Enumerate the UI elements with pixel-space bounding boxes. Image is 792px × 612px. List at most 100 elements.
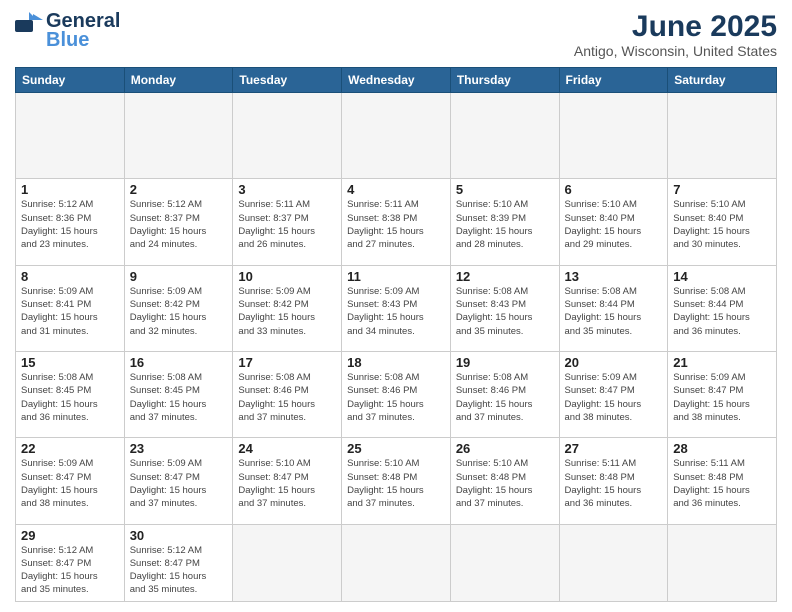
header: General Blue June 2025 Antigo, Wisconsin… [15,10,777,59]
weekday-thursday: Thursday [450,68,559,93]
day-number: 9 [130,269,228,284]
calendar-week-row: 22Sunrise: 5:09 AM Sunset: 8:47 PM Dayli… [16,438,777,524]
calendar-cell: 22Sunrise: 5:09 AM Sunset: 8:47 PM Dayli… [16,438,125,524]
day-number: 11 [347,269,445,284]
day-detail: Sunrise: 5:08 AM Sunset: 8:46 PM Dayligh… [238,371,336,424]
day-detail: Sunrise: 5:08 AM Sunset: 8:44 PM Dayligh… [565,285,663,338]
calendar-cell: 24Sunrise: 5:10 AM Sunset: 8:47 PM Dayli… [233,438,342,524]
day-detail: Sunrise: 5:12 AM Sunset: 8:47 PM Dayligh… [21,544,119,597]
day-number: 23 [130,441,228,456]
calendar-subtitle: Antigo, Wisconsin, United States [574,43,777,59]
calendar-cell: 21Sunrise: 5:09 AM Sunset: 8:47 PM Dayli… [668,351,777,437]
day-detail: Sunrise: 5:09 AM Sunset: 8:42 PM Dayligh… [238,285,336,338]
weekday-sunday: Sunday [16,68,125,93]
day-number: 30 [130,528,228,543]
calendar-cell: 19Sunrise: 5:08 AM Sunset: 8:46 PM Dayli… [450,351,559,437]
day-number: 17 [238,355,336,370]
calendar-cell: 30Sunrise: 5:12 AM Sunset: 8:47 PM Dayli… [124,524,233,601]
day-detail: Sunrise: 5:11 AM Sunset: 8:48 PM Dayligh… [673,457,771,510]
calendar-cell: 13Sunrise: 5:08 AM Sunset: 8:44 PM Dayli… [559,265,668,351]
calendar-week-row: 8Sunrise: 5:09 AM Sunset: 8:41 PM Daylig… [16,265,777,351]
day-number: 28 [673,441,771,456]
calendar-cell: 5Sunrise: 5:10 AM Sunset: 8:39 PM Daylig… [450,179,559,265]
calendar-cell: 29Sunrise: 5:12 AM Sunset: 8:47 PM Dayli… [16,524,125,601]
calendar-cell: 15Sunrise: 5:08 AM Sunset: 8:45 PM Dayli… [16,351,125,437]
logo: General Blue [15,10,120,52]
calendar-cell: 1Sunrise: 5:12 AM Sunset: 8:36 PM Daylig… [16,179,125,265]
calendar-cell: 9Sunrise: 5:09 AM Sunset: 8:42 PM Daylig… [124,265,233,351]
calendar-cell [559,93,668,179]
day-number: 13 [565,269,663,284]
day-number: 24 [238,441,336,456]
calendar-cell: 8Sunrise: 5:09 AM Sunset: 8:41 PM Daylig… [16,265,125,351]
day-number: 8 [21,269,119,284]
calendar-week-row: 1Sunrise: 5:12 AM Sunset: 8:36 PM Daylig… [16,179,777,265]
page: General Blue June 2025 Antigo, Wisconsin… [0,0,792,612]
calendar-cell: 16Sunrise: 5:08 AM Sunset: 8:45 PM Dayli… [124,351,233,437]
logo-subtext: Blue [46,29,89,52]
calendar-cell [450,524,559,601]
calendar-cell [342,93,451,179]
calendar-title: June 2025 [574,10,777,43]
calendar-cell [233,524,342,601]
day-detail: Sunrise: 5:10 AM Sunset: 8:47 PM Dayligh… [238,457,336,510]
weekday-friday: Friday [559,68,668,93]
day-number: 19 [456,355,554,370]
day-detail: Sunrise: 5:09 AM Sunset: 8:43 PM Dayligh… [347,285,445,338]
day-number: 25 [347,441,445,456]
calendar-cell: 6Sunrise: 5:10 AM Sunset: 8:40 PM Daylig… [559,179,668,265]
calendar-cell: 2Sunrise: 5:12 AM Sunset: 8:37 PM Daylig… [124,179,233,265]
day-detail: Sunrise: 5:09 AM Sunset: 8:42 PM Dayligh… [130,285,228,338]
day-number: 12 [456,269,554,284]
day-detail: Sunrise: 5:09 AM Sunset: 8:47 PM Dayligh… [130,457,228,510]
day-detail: Sunrise: 5:08 AM Sunset: 8:43 PM Dayligh… [456,285,554,338]
day-detail: Sunrise: 5:11 AM Sunset: 8:48 PM Dayligh… [565,457,663,510]
calendar-cell: 23Sunrise: 5:09 AM Sunset: 8:47 PM Dayli… [124,438,233,524]
day-number: 27 [565,441,663,456]
day-detail: Sunrise: 5:09 AM Sunset: 8:47 PM Dayligh… [21,457,119,510]
day-number: 20 [565,355,663,370]
calendar-week-row: 15Sunrise: 5:08 AM Sunset: 8:45 PM Dayli… [16,351,777,437]
calendar-cell: 3Sunrise: 5:11 AM Sunset: 8:37 PM Daylig… [233,179,342,265]
day-detail: Sunrise: 5:10 AM Sunset: 8:48 PM Dayligh… [456,457,554,510]
day-detail: Sunrise: 5:11 AM Sunset: 8:38 PM Dayligh… [347,198,445,251]
calendar-cell: 4Sunrise: 5:11 AM Sunset: 8:38 PM Daylig… [342,179,451,265]
day-number: 7 [673,182,771,197]
weekday-saturday: Saturday [668,68,777,93]
calendar-cell [450,93,559,179]
calendar-cell: 18Sunrise: 5:08 AM Sunset: 8:46 PM Dayli… [342,351,451,437]
calendar-body: 1Sunrise: 5:12 AM Sunset: 8:36 PM Daylig… [16,93,777,602]
day-detail: Sunrise: 5:08 AM Sunset: 8:44 PM Dayligh… [673,285,771,338]
day-number: 3 [238,182,336,197]
calendar-cell: 11Sunrise: 5:09 AM Sunset: 8:43 PM Dayli… [342,265,451,351]
weekday-tuesday: Tuesday [233,68,342,93]
day-number: 6 [565,182,663,197]
day-number: 15 [21,355,119,370]
day-number: 26 [456,441,554,456]
day-detail: Sunrise: 5:09 AM Sunset: 8:47 PM Dayligh… [673,371,771,424]
weekday-wednesday: Wednesday [342,68,451,93]
day-detail: Sunrise: 5:10 AM Sunset: 8:39 PM Dayligh… [456,198,554,251]
day-detail: Sunrise: 5:10 AM Sunset: 8:40 PM Dayligh… [565,198,663,251]
calendar-cell [124,93,233,179]
calendar-cell: 28Sunrise: 5:11 AM Sunset: 8:48 PM Dayli… [668,438,777,524]
calendar-cell [16,93,125,179]
weekday-monday: Monday [124,68,233,93]
day-detail: Sunrise: 5:11 AM Sunset: 8:37 PM Dayligh… [238,198,336,251]
calendar-cell: 10Sunrise: 5:09 AM Sunset: 8:42 PM Dayli… [233,265,342,351]
calendar-cell: 25Sunrise: 5:10 AM Sunset: 8:48 PM Dayli… [342,438,451,524]
day-number: 16 [130,355,228,370]
calendar-cell: 20Sunrise: 5:09 AM Sunset: 8:47 PM Dayli… [559,351,668,437]
day-number: 29 [21,528,119,543]
day-number: 14 [673,269,771,284]
day-detail: Sunrise: 5:12 AM Sunset: 8:36 PM Dayligh… [21,198,119,251]
calendar-cell [342,524,451,601]
calendar-cell: 7Sunrise: 5:10 AM Sunset: 8:40 PM Daylig… [668,179,777,265]
day-number: 5 [456,182,554,197]
day-detail: Sunrise: 5:08 AM Sunset: 8:46 PM Dayligh… [456,371,554,424]
weekday-header-row: SundayMondayTuesdayWednesdayThursdayFrid… [16,68,777,93]
day-detail: Sunrise: 5:08 AM Sunset: 8:46 PM Dayligh… [347,371,445,424]
day-number: 22 [21,441,119,456]
calendar-cell [668,93,777,179]
calendar-cell: 17Sunrise: 5:08 AM Sunset: 8:46 PM Dayli… [233,351,342,437]
